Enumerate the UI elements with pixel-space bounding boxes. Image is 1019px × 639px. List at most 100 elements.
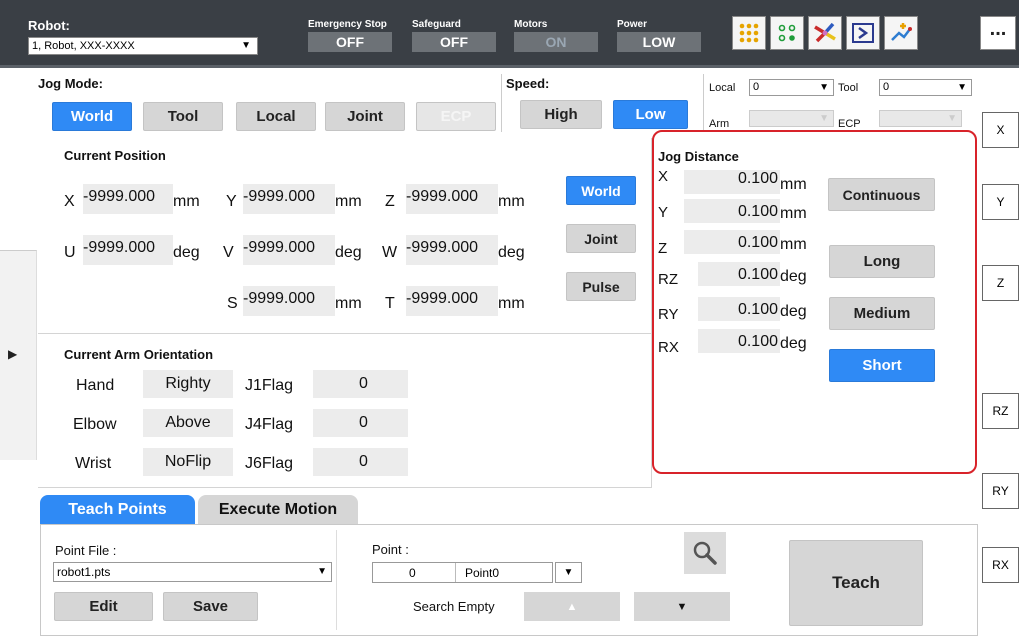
pos-t-unit: mm xyxy=(498,295,525,312)
j1flag-label: J1Flag xyxy=(245,377,294,394)
local-select[interactable]: 0 ▼ xyxy=(749,79,834,96)
divider xyxy=(336,530,337,630)
search-button[interactable] xyxy=(684,532,726,574)
pos-s-value: -9999.000 xyxy=(243,286,335,316)
position-joint-button[interactable]: Joint xyxy=(566,224,636,253)
jog-z-value[interactable]: 0.100 xyxy=(684,230,780,254)
jog-mode-local-button[interactable]: Local xyxy=(236,102,316,131)
side-jog-y-button[interactable]: Y xyxy=(982,184,1019,220)
jog-x-label: X xyxy=(658,168,669,185)
pos-u-value: -9999.000 xyxy=(83,235,173,265)
chevron-down-icon: ▼ xyxy=(957,82,967,93)
pos-t-label: T xyxy=(385,295,395,312)
point-select[interactable]: 0 Point0 xyxy=(372,562,553,583)
current-position-title: Current Position xyxy=(64,148,166,163)
motors-status: ON xyxy=(514,32,598,52)
pos-w-label: W xyxy=(382,244,398,261)
pos-z-unit: mm xyxy=(498,193,525,210)
save-button[interactable]: Save xyxy=(163,592,258,621)
jog-teach-icon[interactable] xyxy=(884,16,918,50)
elbow-value: Above xyxy=(143,409,233,437)
pos-v-label: V xyxy=(223,244,234,261)
arm-orientation-title: Current Arm Orientation xyxy=(64,347,214,362)
jog-mode-joint-button[interactable]: Joint xyxy=(325,102,405,131)
jog-z-label: Z xyxy=(658,240,668,257)
robot-manager-icon[interactable] xyxy=(808,16,842,50)
local-select-value: 0 xyxy=(753,81,760,93)
pos-w-value: -9999.000 xyxy=(406,235,498,265)
wrist-value: NoFlip xyxy=(143,448,233,476)
divider xyxy=(38,333,652,334)
position-world-button[interactable]: World xyxy=(566,176,636,205)
elbow-label: Elbow xyxy=(73,416,117,433)
more-menu-button[interactable]: ... xyxy=(980,16,1016,50)
jog-ry-value[interactable]: 0.100 xyxy=(698,297,780,321)
side-jog-z-button[interactable]: Z xyxy=(982,265,1019,301)
point-name: Point0 xyxy=(465,566,500,580)
robot-select[interactable]: 1, Robot, XXX-XXXX ▼ xyxy=(28,37,258,55)
side-jog-x-button[interactable]: X xyxy=(982,112,1019,148)
edit-button[interactable]: Edit xyxy=(54,592,153,621)
chevron-down-icon: ▼ xyxy=(947,113,957,124)
jog-mode-ecp-button[interactable]: ECP xyxy=(416,102,496,131)
command-window-icon[interactable] xyxy=(846,16,880,50)
io-status-icon[interactable] xyxy=(770,16,804,50)
j1flag-value: 0 xyxy=(313,370,408,398)
jog-continuous-button[interactable]: Continuous xyxy=(828,178,935,211)
point-file-value: robot1.pts xyxy=(57,565,111,579)
jog-rz-value[interactable]: 0.100 xyxy=(698,262,780,286)
point-file-select[interactable]: robot1.pts ▼ xyxy=(53,562,332,582)
side-panel-handle[interactable]: ▶ xyxy=(0,250,37,460)
top-status-bar: Robot: 1, Robot, XXX-XXXX ▼ Emergency St… xyxy=(0,0,1019,68)
emergency-stop-status: OFF xyxy=(308,32,392,52)
hand-value: Righty xyxy=(143,370,233,398)
search-empty-down-button[interactable]: ▼ xyxy=(634,592,730,621)
search-empty-up-button[interactable]: ▲ xyxy=(524,592,620,621)
jog-mode-label: Jog Mode: xyxy=(38,76,103,91)
jog-distance-title: Jog Distance xyxy=(658,149,739,164)
jog-short-button[interactable]: Short xyxy=(829,349,935,382)
jog-medium-button[interactable]: Medium xyxy=(829,297,935,330)
j4flag-label: J4Flag xyxy=(245,416,294,433)
divider xyxy=(501,74,502,132)
point-number: 0 xyxy=(409,566,416,580)
jog-x-value[interactable]: 0.100 xyxy=(684,170,780,194)
tab-execute-motion[interactable]: Execute Motion xyxy=(198,495,358,525)
jog-y-value[interactable]: 0.100 xyxy=(684,199,780,223)
pos-v-unit: deg xyxy=(335,244,362,261)
arm-select[interactable]: ▼ xyxy=(749,110,834,127)
side-jog-ry-button[interactable]: RY xyxy=(982,473,1019,509)
point-select-dropdown[interactable]: ▼ xyxy=(555,562,582,583)
jog-rx-value[interactable]: 0.100 xyxy=(698,329,780,353)
j6flag-value: 0 xyxy=(313,448,408,476)
side-jog-rx-button[interactable]: RX xyxy=(982,547,1019,583)
io-monitor-icon[interactable] xyxy=(732,16,766,50)
position-pulse-button[interactable]: Pulse xyxy=(566,272,636,301)
tool-select-value: 0 xyxy=(883,81,890,93)
chevron-down-icon: ▼ xyxy=(819,113,829,124)
j4flag-value: 0 xyxy=(313,409,408,437)
teach-button[interactable]: Teach xyxy=(789,540,923,626)
power-status: LOW xyxy=(617,32,701,52)
jog-long-button[interactable]: Long xyxy=(829,245,935,278)
speed-low-button[interactable]: Low xyxy=(613,100,688,129)
chevron-down-icon: ▼ xyxy=(563,567,574,578)
jog-y-unit: mm xyxy=(780,205,807,222)
jog-rz-label: RZ xyxy=(658,271,678,288)
expand-arrow-icon: ▶ xyxy=(8,347,18,361)
tool-select[interactable]: 0 ▼ xyxy=(879,79,972,96)
divider xyxy=(703,74,704,130)
divider xyxy=(455,563,456,582)
jog-mode-tool-button[interactable]: Tool xyxy=(143,102,223,131)
jog-mode-world-button[interactable]: World xyxy=(52,102,132,131)
arm-label: Arm xyxy=(709,118,730,130)
emergency-stop-label: Emergency Stop xyxy=(308,19,387,30)
power-label: Power xyxy=(617,19,648,30)
speed-high-button[interactable]: High xyxy=(520,100,602,129)
jog-z-unit: mm xyxy=(780,236,807,253)
pos-s-label: S xyxy=(227,295,238,312)
side-jog-rz-button[interactable]: RZ xyxy=(982,393,1019,429)
tab-teach-points[interactable]: Teach Points xyxy=(40,495,195,525)
pos-y-label: Y xyxy=(226,193,237,210)
ecp-select[interactable]: ▼ xyxy=(879,110,962,127)
